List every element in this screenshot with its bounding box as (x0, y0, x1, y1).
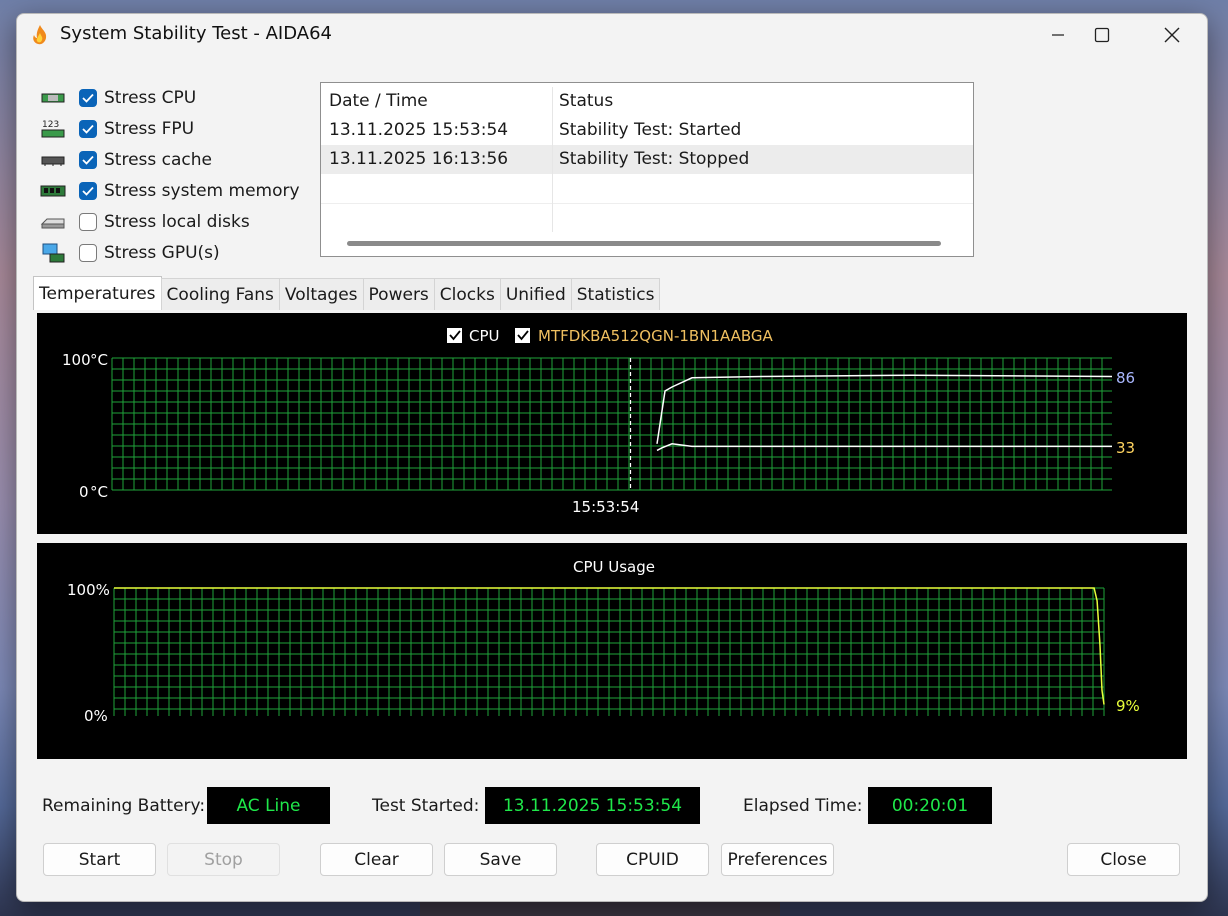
maximize-button[interactable] (1079, 18, 1125, 52)
log-row-empty (321, 174, 973, 204)
stress-fpu-row[interactable]: 123 Stress FPU (39, 113, 309, 144)
title-bar: System Stability Test - AIDA64 (17, 14, 1207, 56)
cpu-chip-icon (39, 88, 67, 108)
maximize-icon (1094, 27, 1110, 43)
fpu-123-icon: 123 (39, 119, 67, 139)
cache-chip-icon (39, 150, 67, 170)
stress-cpu-row[interactable]: Stress CPU (39, 82, 309, 113)
log-row-empty (321, 203, 973, 232)
legend-cpu-label: CPU (469, 327, 500, 345)
window-title: System Stability Test - AIDA64 (60, 23, 332, 44)
disk-temp-value: 33 (1116, 439, 1135, 457)
stress-cache-checkbox[interactable] (79, 150, 97, 169)
stress-disks-row[interactable]: Stress local disks (39, 206, 309, 237)
log-row[interactable]: 13.11.2025 15:53:54 Stability Test: Star… (321, 116, 973, 145)
close-icon (1164, 27, 1180, 43)
clear-button[interactable]: Clear (320, 843, 433, 876)
stress-memory-row[interactable]: Stress system memory (39, 175, 309, 206)
test-started-label: Test Started: (372, 796, 480, 816)
stress-gpu-row[interactable]: Stress GPU(s) (39, 237, 309, 268)
temperature-chart-svg: CPU MTFDKBA512QGN-1BN1AABGA 100 °C 0 °C … (62, 327, 1135, 516)
test-started-value: 13.11.2025 15:53:54 (485, 787, 700, 824)
tab-powers[interactable]: Powers (362, 278, 435, 310)
cpuid-button[interactable]: CPUID (596, 843, 709, 876)
column-header-status[interactable]: Status (553, 87, 973, 116)
stress-fpu-checkbox[interactable] (79, 119, 97, 138)
temp-y-min-label: 0 (79, 483, 89, 501)
save-button[interactable]: Save (444, 843, 557, 876)
cpu-usage-chart-svg: CPU Usage 100% 0% 9% (67, 558, 1140, 725)
log-datetime: 13.11.2025 16:13:56 (321, 145, 553, 174)
stress-cache-row[interactable]: Stress cache (39, 144, 309, 175)
log-status: Stability Test: Started (559, 120, 742, 140)
temperature-legend-disk[interactable]: MTFDKBA512QGN-1BN1AABGA (515, 327, 774, 345)
log-cell-empty (321, 174, 553, 203)
stress-options: Stress CPU 123 Stress FPU Stress cache S… (39, 82, 309, 268)
tab-clocks[interactable]: Clocks (433, 278, 501, 310)
tab-cooling-fans[interactable]: Cooling Fans (160, 278, 280, 310)
event-log-table[interactable]: Date / Time Status 13.11.2025 15:53:54 S… (320, 82, 974, 257)
tab-voltages[interactable]: Voltages (278, 278, 364, 310)
cpu-temp-value: 86 (1116, 369, 1135, 387)
disk-temperature-line (656, 443, 1112, 452)
stress-disks-label: Stress local disks (104, 211, 250, 232)
temperature-chart: CPU MTFDKBA512QGN-1BN1AABGA 100 °C 0 °C … (37, 313, 1187, 534)
column-header-datetime[interactable]: Date / Time (321, 87, 553, 116)
memory-module-icon (39, 181, 67, 201)
legend-cpu-checkbox[interactable] (447, 328, 462, 343)
stress-cpu-label: Stress CPU (104, 87, 197, 108)
tab-temperatures[interactable]: Temperatures (33, 276, 162, 310)
log-cell-empty (553, 174, 973, 203)
temp-unit-bottom: °C (90, 483, 108, 501)
preferences-button[interactable]: Preferences (721, 843, 834, 876)
horizontal-scrollbar[interactable] (347, 241, 941, 246)
log-cell-empty (553, 203, 973, 232)
sensor-tabs: Temperatures Cooling Fans Voltages Power… (33, 276, 661, 310)
log-cell-empty (321, 203, 553, 232)
log-status: Stability Test: Stopped (559, 149, 750, 169)
stress-gpu-checkbox[interactable] (79, 243, 97, 262)
temp-y-max-label: 100 (62, 351, 91, 369)
temp-time-label: 15:53:54 (572, 498, 639, 516)
log-header-row: Date / Time Status (321, 87, 973, 116)
legend-disk-label: MTFDKBA512QGN-1BN1AABGA (538, 327, 774, 345)
temp-unit-top: °C (90, 351, 108, 369)
close-button[interactable]: Close (1067, 843, 1180, 876)
usage-y-min-label: 0% (84, 707, 108, 725)
aida64-flame-icon (33, 25, 47, 45)
stress-fpu-label: Stress FPU (104, 118, 195, 139)
cpu-usage-grid (113, 587, 1105, 716)
legend-disk-checkbox[interactable] (515, 328, 530, 343)
cpu-temperature-line (656, 374, 1113, 444)
cpu-usage-title: CPU Usage (573, 558, 655, 576)
log-datetime: 13.11.2025 15:53:54 (321, 116, 553, 145)
aida64-window: System Stability Test - AIDA64 Stress CP… (16, 13, 1208, 902)
svg-text:123: 123 (42, 120, 59, 130)
usage-y-max-label: 100% (67, 581, 110, 599)
stress-memory-checkbox[interactable] (79, 181, 97, 200)
stress-disks-checkbox[interactable] (79, 212, 97, 231)
temperature-grid (111, 357, 1112, 491)
tab-statistics[interactable]: Statistics (570, 278, 661, 310)
gpu-monitor-icon (39, 243, 67, 263)
cpu-usage-chart: CPU Usage 100% 0% 9% (37, 543, 1187, 759)
stress-memory-label: Stress system memory (104, 180, 300, 201)
elapsed-time-label: Elapsed Time: (743, 796, 863, 816)
elapsed-time-value: 00:20:01 (868, 787, 992, 824)
cpu-usage-value: 9% (1116, 697, 1140, 715)
start-button[interactable]: Start (43, 843, 156, 876)
stress-cache-label: Stress cache (104, 149, 212, 170)
log-row[interactable]: 13.11.2025 16:13:56 Stability Test: Stop… (321, 145, 973, 174)
minimize-icon (1052, 34, 1064, 36)
stress-cpu-checkbox[interactable] (79, 88, 97, 107)
tab-unified[interactable]: Unified (499, 278, 572, 310)
stress-gpu-label: Stress GPU(s) (104, 242, 220, 263)
minimize-button[interactable] (1035, 18, 1081, 52)
close-window-button[interactable] (1149, 18, 1195, 52)
stop-button[interactable]: Stop (167, 843, 280, 876)
disk-drive-icon (39, 212, 67, 232)
remaining-battery-label: Remaining Battery: (42, 796, 206, 816)
temperature-legend-cpu[interactable]: CPU (447, 327, 500, 345)
remaining-battery-value: AC Line (207, 787, 330, 824)
